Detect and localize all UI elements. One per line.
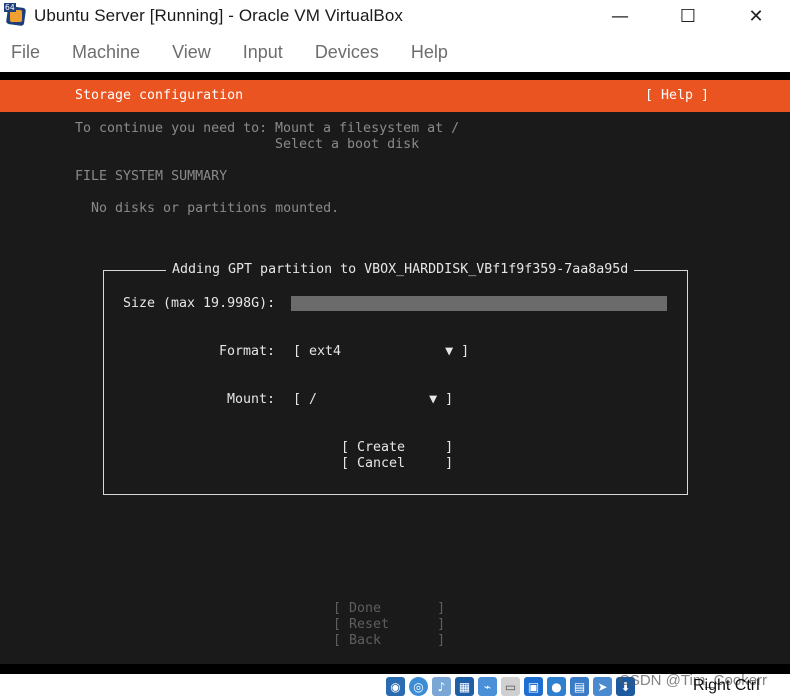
dialog-title: Adding GPT partition to VBOX_HARDDISK_VB…: [166, 261, 635, 279]
window-title: Ubuntu Server [Running] - Oracle VM Virt…: [34, 6, 404, 25]
format-select[interactable]: [ ext4 ▼ ]: [293, 344, 469, 360]
status-bar: ◉ ◎ ♪ ▦ ⌁ ▭ ▣ ● ▤ ➤ ⬇ CSDN @Tim_Cookerr …: [0, 672, 790, 699]
cpu-icon[interactable]: ▤: [570, 677, 589, 696]
back-button[interactable]: [ Back ]: [333, 633, 445, 649]
mouse-integration-icon[interactable]: ➤: [593, 677, 612, 696]
fs-summary-heading: FILE SYSTEM SUMMARY: [75, 169, 228, 184]
app-icon-tag: 64: [4, 3, 16, 12]
reset-button[interactable]: [ Reset ]: [333, 617, 445, 633]
title-bar: 64 Ubuntu Server [Running] - Oracle VM V…: [0, 0, 790, 32]
mount-label: Mount:: [227, 392, 276, 407]
menu-devices[interactable]: Devices: [315, 42, 379, 63]
done-button[interactable]: [ Done ]: [333, 601, 445, 617]
menu-input[interactable]: Input: [243, 42, 283, 63]
vm-screen[interactable]: Storage configuration [ Help ] To contin…: [0, 72, 790, 674]
size-input[interactable]: [291, 296, 667, 311]
installer-terminal: Storage configuration [ Help ] To contin…: [0, 80, 790, 664]
hard-disk-icon[interactable]: ◉: [386, 677, 405, 696]
instruction-prefix: To continue you need to:: [75, 121, 268, 136]
audio-icon[interactable]: ♪: [432, 677, 451, 696]
video-capture-icon[interactable]: ●: [547, 677, 566, 696]
menu-bar: File Machine View Input Devices Help: [0, 32, 790, 72]
usb-icon[interactable]: ⌁: [478, 677, 497, 696]
menu-view[interactable]: View: [172, 42, 211, 63]
format-label: Format:: [219, 344, 276, 359]
fs-summary-empty: No disks or partitions mounted.: [91, 201, 340, 216]
network-icon[interactable]: ▦: [455, 677, 474, 696]
menu-help[interactable]: Help: [411, 42, 448, 63]
close-button[interactable]: ✕: [722, 0, 790, 32]
shared-folders-icon[interactable]: ▭: [501, 677, 520, 696]
add-partition-dialog: Adding GPT partition to VBOX_HARDDISK_VB…: [103, 261, 688, 495]
installer-header: Storage configuration [ Help ]: [0, 80, 790, 112]
instruction-mount: Mount a filesystem at /: [275, 121, 460, 136]
optical-disk-icon[interactable]: ◎: [409, 677, 428, 696]
display-icon[interactable]: ▣: [524, 677, 543, 696]
menu-file[interactable]: File: [11, 42, 40, 63]
host-key-label: Right Ctrl: [693, 677, 760, 694]
size-label: Size (max 19.998G):: [123, 296, 276, 311]
maximize-button[interactable]: ☐: [654, 0, 722, 32]
virtualbox-icon: 64: [4, 3, 30, 29]
mount-select[interactable]: [ / ▼ ]: [293, 392, 453, 408]
minimize-button[interactable]: —: [586, 0, 654, 32]
create-button[interactable]: [ Create ]: [341, 440, 453, 456]
cancel-button[interactable]: [ Cancel ]: [341, 456, 453, 472]
device-tray: ◉ ◎ ♪ ▦ ⌁ ▭ ▣ ● ▤ ➤ ⬇: [386, 677, 639, 696]
instruction-boot: Select a boot disk: [275, 137, 420, 152]
header-title: Storage configuration: [75, 88, 244, 103]
menu-machine[interactable]: Machine: [72, 42, 140, 63]
help-button[interactable]: [ Help ]: [645, 88, 709, 103]
